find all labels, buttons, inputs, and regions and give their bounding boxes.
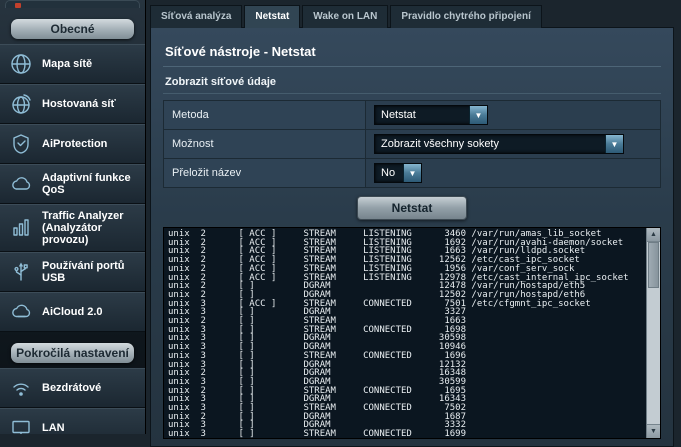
top-tabs: Síťová analýza Netstat Wake on LAN Pravi… bbox=[150, 5, 542, 28]
sidebar-section-advanced: Pokročilá nastavení bbox=[11, 343, 134, 363]
sidebar-item-aicloud[interactable]: AiCloud 2.0 bbox=[0, 292, 145, 332]
shield-icon bbox=[8, 131, 34, 157]
tab-smart-connect-rule[interactable]: Pravidlo chytrého připojení bbox=[390, 5, 541, 28]
sidebar-item-label: Hostovaná síť bbox=[42, 98, 116, 110]
sidebar: Obecné Mapa sítě Hostovaná síť AiProtect… bbox=[0, 0, 146, 434]
chevron-down-icon: ▼ bbox=[605, 135, 623, 153]
resolve-name-select-value: No bbox=[375, 164, 403, 182]
usb-icon bbox=[8, 259, 34, 285]
tab-network-analysis[interactable]: Síťová analýza bbox=[150, 5, 242, 28]
sidebar-item-label: Adaptivní funkce QoS bbox=[42, 172, 139, 196]
guest-network-icon bbox=[8, 91, 34, 117]
traffic-analyzer-icon bbox=[8, 215, 34, 241]
page-title: Síťové nástroje - Netstat bbox=[163, 34, 661, 67]
aicloud-icon bbox=[8, 299, 34, 325]
form-row-method: Metoda Netstat ▼ bbox=[164, 101, 661, 130]
sidebar-item-wireless[interactable]: Bezdrátové bbox=[0, 368, 145, 408]
tab-wake-on-lan[interactable]: Wake on LAN bbox=[302, 5, 388, 28]
scroll-down-icon[interactable]: ▼ bbox=[647, 424, 660, 438]
console-scrollbar[interactable]: ▲ ▼ bbox=[646, 228, 660, 438]
tab-netstat[interactable]: Netstat bbox=[244, 5, 300, 28]
form-row-option: Možnost Zobrazit všechny sokety ▼ bbox=[164, 130, 661, 159]
qos-cloud-icon bbox=[8, 171, 34, 197]
sidebar-item-label: AiProtection bbox=[42, 138, 107, 150]
sidebar-item-label: Používání portů USB bbox=[42, 260, 139, 284]
sidebar-item-label: LAN bbox=[42, 422, 65, 434]
resolve-name-label: Přeložit název bbox=[164, 159, 366, 188]
firmware-alert-icon bbox=[15, 3, 21, 8]
section-title: Zobrazit síťové údaje bbox=[163, 67, 661, 94]
method-select-value: Netstat bbox=[375, 106, 469, 124]
method-select[interactable]: Netstat ▼ bbox=[374, 105, 488, 125]
run-button-row: Netstat bbox=[163, 188, 661, 227]
sidebar-item-aiprotection[interactable]: AiProtection bbox=[0, 124, 145, 164]
option-label: Možnost bbox=[164, 130, 366, 159]
sidebar-item-label: Mapa sítě bbox=[42, 58, 92, 70]
sidebar-item-label: Bezdrátové bbox=[42, 382, 101, 394]
sidebar-item-guest-network[interactable]: Hostovaná síť bbox=[0, 84, 145, 124]
sidebar-item-label: Traffic Analyzer (Analyzátor provozu) bbox=[42, 210, 139, 246]
main-panel: Síťové nástroje - Netstat Zobrazit síťov… bbox=[150, 27, 674, 447]
scroll-up-icon[interactable]: ▲ bbox=[647, 228, 660, 242]
resolve-name-select[interactable]: No ▼ bbox=[374, 163, 422, 183]
network-map-icon bbox=[8, 51, 34, 77]
sidebar-item-lan[interactable]: LAN bbox=[0, 408, 145, 434]
sidebar-item-qos[interactable]: Adaptivní funkce QoS bbox=[0, 164, 145, 204]
sidebar-item-usb[interactable]: Používání portů USB bbox=[0, 252, 145, 292]
netstat-output-text: unix 2 [ ACC ] STREAM LISTENING 3460 /va… bbox=[164, 228, 660, 439]
method-label: Metoda bbox=[164, 101, 366, 130]
chevron-down-icon: ▼ bbox=[469, 106, 487, 124]
option-select-value: Zobrazit všechny sokety bbox=[375, 135, 605, 153]
chevron-down-icon: ▼ bbox=[403, 164, 421, 182]
form-row-resolve-name: Přeložit název No ▼ bbox=[164, 159, 661, 188]
settings-form: Metoda Netstat ▼ Možnost Zobrazit všechn… bbox=[163, 100, 661, 188]
lan-icon bbox=[8, 415, 34, 434]
sidebar-item-label: AiCloud 2.0 bbox=[42, 306, 103, 318]
option-select[interactable]: Zobrazit všechny sokety ▼ bbox=[374, 134, 624, 154]
wireless-icon bbox=[8, 375, 34, 401]
scrollbar-thumb[interactable] bbox=[648, 242, 659, 288]
netstat-output-console[interactable]: unix 2 [ ACC ] STREAM LISTENING 3460 /va… bbox=[163, 227, 661, 439]
sidebar-section-general: Obecné bbox=[11, 19, 134, 39]
sidebar-item-partial-top[interactable] bbox=[5, 0, 140, 8]
sidebar-item-traffic-analyzer[interactable]: Traffic Analyzer (Analyzátor provozu) bbox=[0, 204, 145, 252]
netstat-run-button[interactable]: Netstat bbox=[357, 196, 467, 220]
sidebar-item-network-map[interactable]: Mapa sítě bbox=[0, 44, 145, 84]
